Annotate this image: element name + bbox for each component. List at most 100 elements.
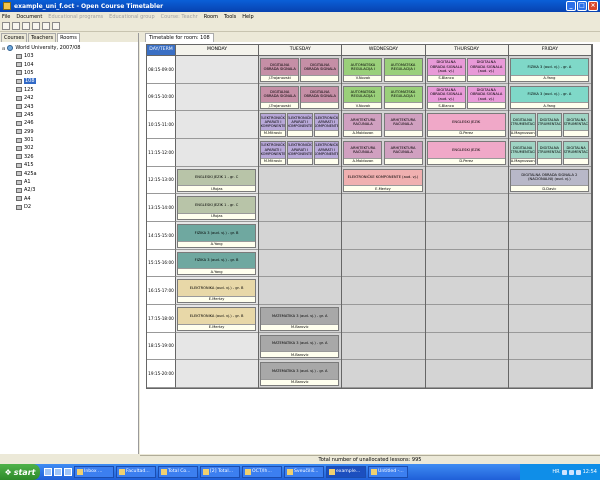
mail-quicklaunch-icon[interactable] (64, 468, 72, 476)
timetable-icon[interactable] (52, 22, 60, 30)
room-item[interactable]: 425a (2, 169, 136, 177)
minimize-button[interactable]: _ (566, 1, 576, 11)
tab-teachers[interactable]: Teachers (28, 33, 57, 42)
taskbar-button[interactable]: Sveučiliš... (284, 466, 324, 478)
lesson-block[interactable]: ELEKTRONIČKI APARATI I KOMPONENTE M.Mitro… (260, 113, 286, 137)
maximize-button[interactable]: □ (577, 1, 587, 11)
browser-quicklaunch-icon[interactable] (44, 468, 52, 476)
lesson-block[interactable]: DIGITALNA INSTRUMENTACIJA A.Magnusson (509, 141, 536, 165)
menu-file[interactable]: File (2, 14, 10, 20)
lesson-block[interactable]: ENGLESKI JEZIK D.Perez (426, 113, 506, 137)
volume-icon[interactable] (568, 469, 574, 475)
room-item[interactable]: 301 (2, 136, 136, 144)
room-item[interactable]: D2 (2, 203, 136, 211)
menu-room[interactable]: Room (204, 14, 218, 20)
lesson-block[interactable]: DIGITALNA OBRADA SIGNALA J.Trajanovski (260, 58, 300, 82)
lesson-block[interactable]: DIGITALNA OBRADA SIGNALA (300, 58, 340, 82)
taskbar-button[interactable]: OCT/Ih... (242, 466, 282, 478)
lesson-block[interactable]: DIGITALNA INSTRUMENTACIJA (563, 113, 589, 137)
room-item[interactable]: A1 (2, 178, 136, 186)
tree-root[interactable]: ⊟ World University, 2007/08 (2, 44, 136, 52)
lesson-block[interactable]: AUTOMATSKA REGULACIJA I V.Novak (343, 58, 383, 82)
tab-courses[interactable]: Courses (1, 33, 28, 42)
lesson-block[interactable]: MATEMATIKA 3 (aud. vj.) - gr. A M.Barovic (260, 307, 340, 331)
room-item[interactable]: 242 (2, 94, 136, 102)
tree-root-label: World University, 2007/08 (15, 45, 81, 51)
lesson-block[interactable]: DIGITALNA OBRADA SIGNALA (aud. vj.) S.Bla… (426, 58, 466, 82)
menu-help[interactable]: Help (242, 14, 253, 20)
taskbar-button[interactable]: Facultad... (116, 466, 156, 478)
menu-document[interactable]: Document (16, 14, 42, 20)
lesson-block[interactable]: ARHITEKTURA RAČUNALA (383, 141, 423, 165)
room-item[interactable]: 104 (2, 60, 136, 68)
lesson-block[interactable]: DIGITALNA INSTRUMENTACIJA A.Magnusson (509, 113, 536, 137)
timetable-tab[interactable]: Timetable for room: 108 (145, 33, 214, 42)
lesson-block[interactable]: ELEKTRONIČKI APARATI I KOMPONENTE (286, 141, 313, 165)
lesson-block[interactable]: FIZIKA 3 (aud. vj.) - gr. B A.Yang (177, 224, 257, 248)
lesson-block[interactable]: FIZIKA 3 (aud. vj.) - gr. A A.Yang (509, 85, 589, 110)
lesson-block[interactable]: FIZIKA 3 (aud. vj.) - gr. B A.Yang (177, 251, 257, 276)
lesson-block[interactable]: ENGLESKI JEZIK 1 - gr. C I.Rojas (177, 168, 257, 193)
security-icon[interactable] (575, 469, 581, 475)
lesson-block[interactable]: ARHITEKTURA RAČUNALA A.Moldovan (343, 141, 383, 165)
room-item[interactable]: 299 (2, 128, 136, 136)
taskbar-button[interactable]: Untitled -... (368, 466, 408, 478)
desktop-quicklaunch-icon[interactable] (54, 468, 62, 476)
save-icon[interactable] (22, 22, 30, 30)
lesson-block[interactable]: ARHITEKTURA RAČUNALA (383, 113, 423, 137)
room-item[interactable]: 108 (2, 77, 136, 85)
menu-tools[interactable]: Tools (224, 14, 236, 20)
lesson-block[interactable]: ARHITEKTURA RAČUNALA A.Moldovan (343, 113, 383, 137)
lesson-block[interactable]: DIGITALNA OBRADA SIGNALA (aud. vj.) S.Bla… (426, 85, 466, 110)
room-item[interactable]: 105 (2, 69, 136, 77)
room-item[interactable]: A2/3 (2, 186, 136, 194)
taskbar-button[interactable]: example... (326, 466, 366, 478)
lesson-block[interactable]: DIGITALNA OBRADA SIGNALA J.Trajanovski (260, 85, 300, 110)
room-item[interactable]: A4 (2, 195, 136, 203)
new-file-icon[interactable] (2, 22, 10, 30)
lesson-block[interactable]: ELEKTRONIČKI APARATI I KOMPONENTE M.Mitro… (260, 141, 286, 165)
room-item[interactable]: 243 (2, 102, 136, 110)
lesson-block[interactable]: ELEKTRONIČKI APARATI I KOMPONENTE (313, 113, 340, 137)
open-folder-icon[interactable] (12, 22, 20, 30)
lesson-block[interactable]: ENGLESKI JEZIK D.Perez (426, 141, 506, 165)
lesson-block[interactable]: AUTOMATSKA REGULACIJA I (383, 85, 423, 110)
network-icon[interactable] (561, 469, 567, 475)
export-icon[interactable] (42, 22, 50, 30)
lesson-block[interactable]: ELEKTRONIKA (aud. vj.) - gr. B E.Mertzy (177, 307, 257, 331)
room-item[interactable]: 125 (2, 86, 136, 94)
room-item[interactable]: 245 (2, 111, 136, 119)
lesson-block[interactable]: ELEKTRONIKA (aud. vj.) - gr. B E.Mertzy (177, 279, 257, 303)
lesson-block[interactable]: AUTOMATSKA REGULACIJA I V.Novak (343, 85, 383, 110)
print-icon[interactable] (32, 22, 40, 30)
lesson-block[interactable]: DIGITALNA OBRADA SIGNALA (aud. vj.) (466, 85, 506, 110)
lesson-block[interactable]: ENGLESKI JEZIK 1 - gr. C I.Rojas (177, 196, 257, 220)
start-button[interactable]: ❖ start (0, 464, 40, 480)
lesson-block[interactable]: DIGITALNA OBRADA SIGNALA 2 (NACIONALNI) … (509, 168, 589, 193)
language-indicator[interactable]: HR (552, 469, 559, 475)
room-item[interactable]: 326 (2, 153, 136, 161)
room-item[interactable]: 415 (2, 161, 136, 169)
lesson-block[interactable]: MATEMATIKA 3 (aud. vj.) - gr. A M.Barovic (260, 362, 340, 386)
room-item[interactable]: 302 (2, 144, 136, 152)
lesson-block[interactable]: DIGITALNA INSTRUMENTACIJA (536, 141, 563, 165)
lesson-block[interactable]: MATEMATIKA 3 (aud. vj.) - gr. A M.Barovic (260, 334, 340, 359)
taskbar-button[interactable]: Total Co... (158, 466, 198, 478)
lesson-block[interactable]: FIZIKA 3 (aud. vj.) - gr. A A.Yang (509, 58, 589, 82)
lesson-block[interactable]: DIGITALNA INSTRUMENTACIJA (563, 141, 589, 165)
tab-rooms[interactable]: Rooms (57, 33, 80, 42)
taskbar-button[interactable]: [2] Total... (200, 466, 240, 478)
lesson-block[interactable]: DIGITALNA OBRADA SIGNALA (300, 85, 340, 110)
lesson-block[interactable]: DIGITALNA INSTRUMENTACIJA (536, 113, 563, 137)
lesson-block[interactable]: ELEKTRONIČKE KOMPONENTE (aud. vj.) E.Mert… (343, 168, 423, 193)
lesson-title: DIGITALNA INSTRUMENTACIJA (536, 117, 563, 127)
lesson-block[interactable]: ELEKTRONIČKI APARATI I KOMPONENTE (286, 113, 313, 137)
collapse-icon[interactable]: ⊟ (2, 46, 5, 51)
lesson-block[interactable]: AUTOMATSKA REGULACIJA I (383, 58, 423, 82)
close-button[interactable]: × (588, 1, 598, 11)
room-item[interactable]: 246 (2, 119, 136, 127)
taskbar-button[interactable]: Inbox ... (74, 466, 114, 478)
room-item[interactable]: 103 (2, 52, 136, 60)
lesson-block[interactable]: ELEKTRONIČKI APARATI I KOMPONENTE (313, 141, 340, 165)
lesson-block[interactable]: DIGITALNA OBRADA SIGNALA (aud. vj.) (466, 58, 506, 82)
